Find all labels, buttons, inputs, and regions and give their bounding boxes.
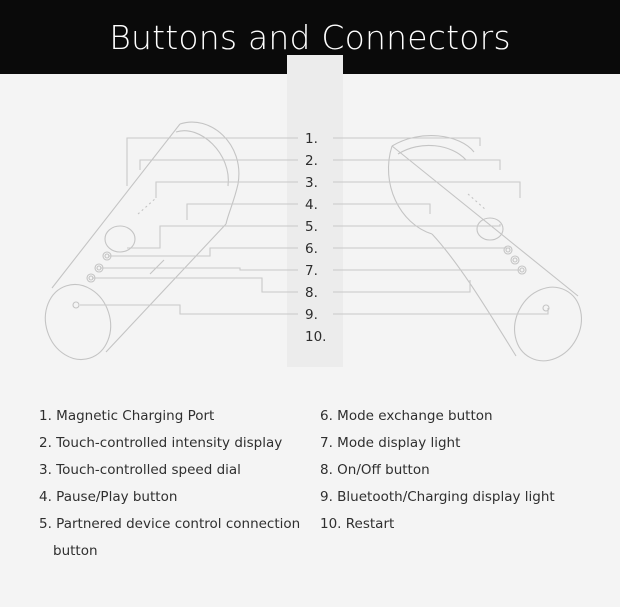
callout-number-6: 6. [305, 241, 318, 257]
callout-number-3: 3. [305, 175, 318, 191]
callout-number-1: 1. [305, 131, 318, 147]
legend-item-10: 10. Restart [320, 516, 395, 532]
left-device-illustration [44, 121, 240, 361]
legend-item-8: 8. On/Off button [320, 462, 430, 478]
legend-left-column: 1. Magnetic Charging Port 2. Touch-contr… [39, 403, 301, 565]
left-leader-lines [80, 137, 298, 315]
legend-item-9: 9. Bluetooth/Charging display light [320, 489, 555, 505]
right-leader-lines [333, 137, 549, 315]
legend-item-5-continuation: button [53, 543, 98, 559]
legend-item-3: 3. Touch-controlled speed dial [39, 462, 241, 478]
callout-number-10: 10. [305, 329, 327, 345]
right-device-illustration [387, 135, 582, 362]
legend-item-7: 7. Mode display light [320, 435, 461, 451]
callout-number-8: 8. [305, 285, 318, 301]
callout-number-9: 9. [305, 307, 318, 323]
legend-item-5-text: 5. Partnered device control connection [39, 516, 301, 532]
callout-number-4: 4. [305, 197, 318, 213]
legend-item-4: 4. Pause/Play button [39, 489, 178, 505]
callout-number-7: 7. [305, 263, 318, 279]
legend-item-5: 5. Partnered device control connection b… [39, 511, 301, 565]
legend-item-6: 6. Mode exchange button [320, 408, 493, 424]
callout-number-2: 2. [305, 153, 318, 169]
legend-item-1: 1. Magnetic Charging Port [39, 408, 215, 424]
legend-item-2: 2. Touch-controlled intensity display [39, 435, 283, 451]
legend-right-column: 6. Mode exchange button 7. Mode display … [320, 403, 590, 538]
callout-number-5: 5. [305, 219, 318, 235]
page-title: Buttons and Connectors [109, 17, 511, 57]
